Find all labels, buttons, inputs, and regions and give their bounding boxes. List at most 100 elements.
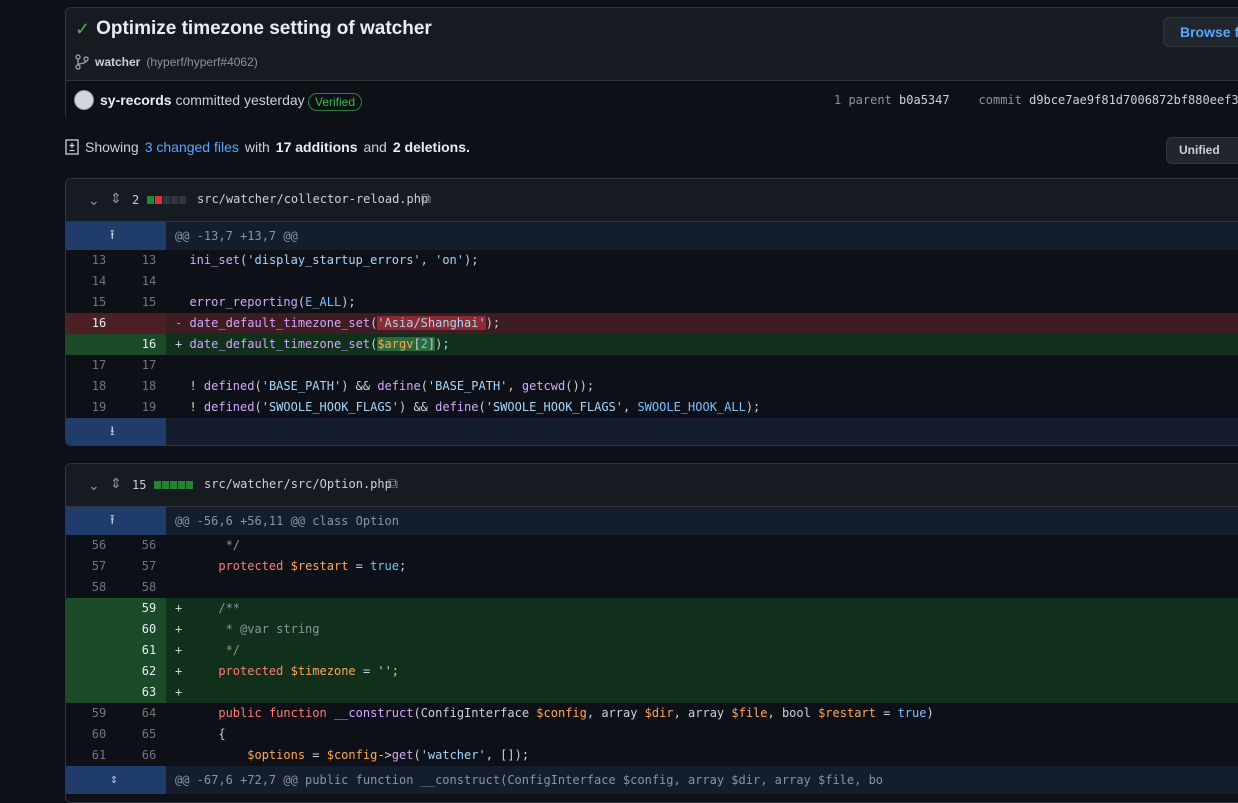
new-line-number[interactable]: 58 xyxy=(124,577,174,598)
file-diff-icon xyxy=(65,139,79,155)
expand-both-icon[interactable]: ⇕ xyxy=(110,766,118,794)
old-line-number[interactable]: 17 xyxy=(74,355,124,376)
diff-line: 13 13 ini_set('display_startup_errors', '… xyxy=(66,250,1238,271)
old-line-number[interactable]: 60 xyxy=(74,724,124,745)
diff-line: 56 56 */ xyxy=(66,535,1238,556)
diff-file: ⌄ ⇕ 15 src/watcher/src/Option.php ⧉ ⭱ @@… xyxy=(65,463,1238,803)
old-line-number[interactable]: 59 xyxy=(74,703,124,724)
new-line-number[interactable]: 17 xyxy=(124,355,174,376)
line-code: + /** xyxy=(175,601,241,615)
old-line-number[interactable]: 19 xyxy=(74,397,124,418)
expand-up-icon[interactable]: ⭱ xyxy=(110,507,115,535)
new-line-number[interactable]: 14 xyxy=(124,271,174,292)
summary-showing: Showing xyxy=(85,139,139,155)
old-line-number[interactable]: 18 xyxy=(74,376,124,397)
expand-up-icon[interactable]: ⭱ xyxy=(110,222,115,250)
copy-path-icon[interactable]: ⧉ xyxy=(388,475,398,492)
line-code: + protected $timezone = ''; xyxy=(175,664,400,678)
commit-title: Optimize timezone setting of watcher xyxy=(96,18,432,39)
parent-label: 1 parent xyxy=(834,93,892,107)
browse-files-button[interactable]: Browse files xyxy=(1163,17,1238,47)
branch-link[interactable]: watcher xyxy=(95,55,140,69)
diff-line: 60 65 { xyxy=(66,724,1238,745)
old-line-number[interactable]: 56 xyxy=(74,535,124,556)
hunk-text: @@ -67,6 +72,7 @@ public function __cons… xyxy=(175,773,884,787)
diff-line-added: 16 + date_default_timezone_set($argv[2])… xyxy=(66,334,1238,355)
file-header: ⌄ ⇕ 2 src/watcher/collector-reload.php ⧉ xyxy=(66,179,1238,222)
change-count: 2 xyxy=(132,193,140,207)
commit-action: committed yesterday xyxy=(175,92,305,108)
old-line-number[interactable]: 61 xyxy=(74,745,124,766)
diff-line-deleted: 16 - date_default_timezone_set('Asia/Sha… xyxy=(66,313,1238,334)
commit-title-row: ✓ Optimize timezone setting of watcher xyxy=(75,18,432,40)
chevron-down-icon[interactable]: ⌄ xyxy=(88,477,100,494)
hunk-header: ⭱ @@ -13,7 +13,7 @@ xyxy=(66,222,1238,250)
changed-files-link[interactable]: 3 changed files xyxy=(145,139,239,155)
line-code: ini_set('display_startup_errors', 'on'); xyxy=(189,253,479,267)
hunk-gutter xyxy=(66,222,166,250)
expand-down-icon[interactable]: ⭳ xyxy=(110,418,115,445)
diff-line-added: 63 + xyxy=(66,682,1238,703)
old-line-number[interactable]: 13 xyxy=(74,250,124,271)
diff-file: ⌄ ⇕ 2 src/watcher/collector-reload.php ⧉… xyxy=(65,178,1238,446)
diff-line: 15 15 error_reporting(E_ALL); xyxy=(66,292,1238,313)
expand-all-icon[interactable]: ⇕ xyxy=(110,190,122,207)
old-line-number[interactable]: 16 xyxy=(74,313,124,334)
check-icon: ✓ xyxy=(75,19,91,39)
diff-line: 17 17 xyxy=(66,355,1238,376)
line-code: + date_default_timezone_set($argv[2]); xyxy=(175,337,450,351)
hunk-text: @@ -13,7 +13,7 @@ xyxy=(175,229,298,243)
line-code: error_reporting(E_ALL); xyxy=(189,295,356,309)
diff-line-added: 62 + protected $timezone = ''; xyxy=(66,661,1238,682)
line-code: $options = $config->get('watcher', []); xyxy=(247,748,530,762)
diff-line: 14 14 xyxy=(66,271,1238,292)
hunk-header: ⇕ @@ -67,6 +72,7 @@ public function __co… xyxy=(66,766,1238,794)
file-name-link[interactable]: src/watcher/src/Option.php xyxy=(204,477,392,491)
branch-icon xyxy=(75,54,89,70)
commit-meta: sy-records committed yesterday Verified … xyxy=(66,80,1238,121)
parent-hash-link[interactable]: b0a5347 xyxy=(899,93,950,107)
change-count: 15 xyxy=(132,478,147,492)
diff-summary: Showing 3 changed files with 17 addition… xyxy=(65,139,470,155)
line-code: + */ xyxy=(175,643,241,657)
line-code: ! defined('BASE_PATH') && define('BASE_P… xyxy=(175,379,595,393)
diff-line: 57 57 protected $restart = true; xyxy=(66,556,1238,577)
line-code: */ xyxy=(175,538,241,552)
commit-header: ✓ Optimize timezone setting of watcher B… xyxy=(65,7,1238,121)
verified-badge[interactable]: Verified xyxy=(308,93,363,111)
hunk-text: @@ -56,6 +56,11 @@ class Option xyxy=(175,514,399,528)
commit-label: commit xyxy=(978,93,1022,107)
avatar[interactable] xyxy=(74,90,94,110)
file-name-link[interactable]: src/watcher/collector-reload.php xyxy=(197,192,428,206)
line-code: - date_default_timezone_set('Asia/Shangh… xyxy=(175,316,501,330)
additions-count: 17 additions xyxy=(275,139,358,155)
chevron-down-icon[interactable]: ⌄ xyxy=(88,192,100,209)
author-link[interactable]: sy-records xyxy=(100,92,172,108)
summary-and: and xyxy=(363,139,387,155)
old-line-number[interactable]: 57 xyxy=(74,556,124,577)
line-code: + xyxy=(175,685,183,699)
summary-with: with xyxy=(244,139,270,155)
diff-line: 61 66 $options = $config->get('watcher', … xyxy=(66,745,1238,766)
line-code: protected $restart = true; xyxy=(218,559,407,573)
pull-request-ref[interactable]: (hyperf/hyperf#4062) xyxy=(146,55,257,69)
hunk-header: ⭱ @@ -56,6 +56,11 @@ class Option xyxy=(66,507,1238,535)
line-code: public function __construct(ConfigInterf… xyxy=(218,706,934,720)
diff-line: 18 18 ! defined('BASE_PATH') && define('B… xyxy=(66,376,1238,397)
hunk-footer: ⭳ xyxy=(66,418,1238,445)
copy-path-icon[interactable]: ⧉ xyxy=(421,190,431,207)
line-code: + * @var string xyxy=(175,622,320,636)
line-code: ! defined('SWOOLE_HOOK_FLAGS') && define… xyxy=(175,400,761,414)
file-header: ⌄ ⇕ 15 src/watcher/src/Option.php ⧉ xyxy=(66,464,1238,507)
unified-view-button[interactable]: Unified xyxy=(1166,137,1238,164)
old-line-number[interactable]: 14 xyxy=(74,271,124,292)
diff-line: 19 19 ! defined('SWOOLE_HOOK_FLAGS') && d… xyxy=(66,397,1238,418)
diffstat-blocks xyxy=(154,481,193,489)
expand-all-icon[interactable]: ⇕ xyxy=(110,475,122,492)
diff-line-added: 60 + * @var string xyxy=(66,619,1238,640)
diff-line: 58 58 xyxy=(66,577,1238,598)
old-line-number[interactable]: 58 xyxy=(74,577,124,598)
diff-line-added: 59 + /** xyxy=(66,598,1238,619)
diff-line-added: 61 + */ xyxy=(66,640,1238,661)
old-line-number[interactable]: 15 xyxy=(74,292,124,313)
